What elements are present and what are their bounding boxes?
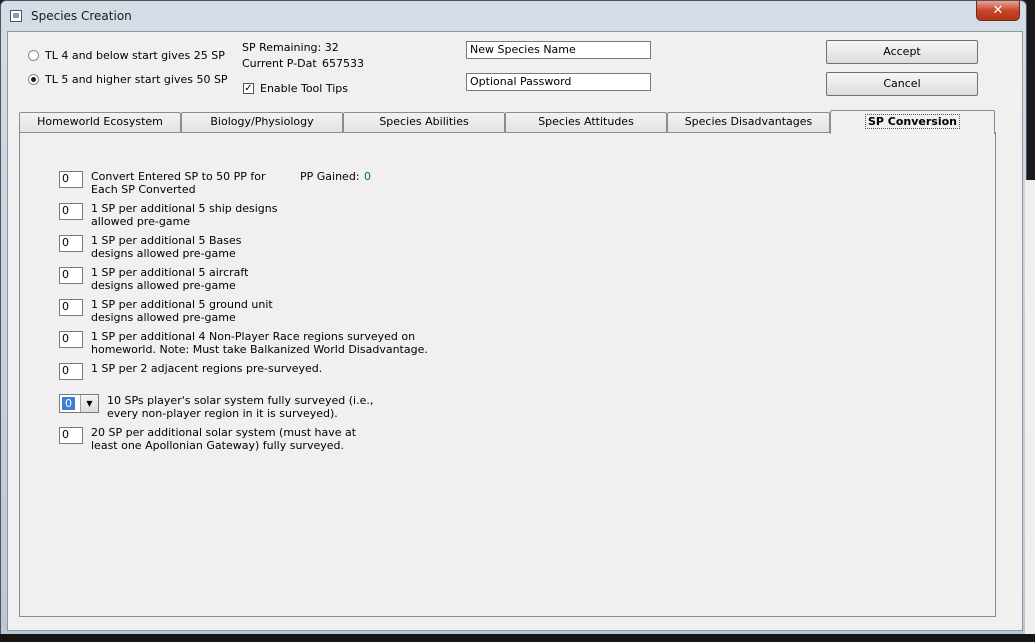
tab-species-abilities[interactable]: Species Abilities bbox=[343, 112, 505, 132]
app-window-icon bbox=[10, 10, 22, 22]
sp-conversion-panel: PP Gained: 0 0 Convert Entered SP to 50 … bbox=[19, 132, 996, 617]
adjacent-regions-label: 1 SP per 2 adjacent regions pre-surveyed… bbox=[91, 362, 323, 375]
cancel-button[interactable]: Cancel bbox=[826, 72, 978, 96]
aircraft-designs-input[interactable]: 0 bbox=[59, 267, 83, 284]
tab-sp-conversion[interactable]: SP Conversion bbox=[830, 110, 995, 134]
species-name-input[interactable]: New Species Name bbox=[466, 41, 651, 59]
ground-unit-designs-label: 1 SP per additional 5 ground unit designs… bbox=[91, 298, 273, 324]
ship-designs-label: 1 SP per additional 5 ship designs allowe… bbox=[91, 202, 278, 228]
window-title: Species Creation bbox=[31, 9, 132, 23]
adjacent-regions-input[interactable]: 0 bbox=[59, 363, 83, 380]
tooltips-label: Enable Tool Tips bbox=[260, 82, 348, 95]
convert-sp-label: Convert Entered SP to 50 PP for Each SP C… bbox=[91, 170, 266, 196]
solar-system-select-value: 0 bbox=[62, 397, 75, 410]
ship-designs-input[interactable]: 0 bbox=[59, 203, 83, 220]
tl5-label: TL 5 and higher start gives 50 SP bbox=[45, 73, 228, 86]
tab-species-attitudes[interactable]: Species Attitudes bbox=[505, 112, 667, 132]
tab-homeworld-ecosystem[interactable]: Homeworld Ecosystem bbox=[19, 112, 181, 132]
tab-biology-physiology[interactable]: Biology/Physiology bbox=[181, 112, 343, 132]
background-taskbar bbox=[0, 634, 1035, 642]
close-button[interactable]: ✕ bbox=[976, 1, 1020, 21]
tab-sp-conversion-label: SP Conversion bbox=[864, 114, 961, 129]
title-bar[interactable]: Species Creation ✕ bbox=[1, 1, 1026, 31]
tl5-option[interactable]: TL 5 and higher start gives 50 SP bbox=[28, 73, 228, 86]
background-scrollbar bbox=[1025, 180, 1035, 642]
aircraft-designs-label: 1 SP per additional 5 aircraft designs al… bbox=[91, 266, 249, 292]
current-pdat-value: 657533 bbox=[322, 57, 364, 70]
additional-solar-system-input[interactable]: 0 bbox=[59, 427, 83, 444]
sp-remaining: SP Remaining: 32 bbox=[242, 41, 339, 54]
password-input[interactable]: Optional Password bbox=[466, 73, 651, 91]
dialog-body: TL 4 and below start gives 25 SP TL 5 an… bbox=[7, 31, 1023, 631]
base-designs-input[interactable]: 0 bbox=[59, 235, 83, 252]
pp-gained-value: 0 bbox=[364, 170, 371, 183]
tl4-label: TL 4 and below start gives 25 SP bbox=[45, 49, 225, 62]
species-creation-window: Species Creation ✕ TL 4 and below start … bbox=[0, 0, 1027, 636]
chevron-down-icon[interactable]: ▼ bbox=[80, 395, 98, 412]
solar-system-label: 10 SPs player's solar system fully surve… bbox=[107, 394, 374, 420]
npr-regions-input[interactable]: 0 bbox=[59, 331, 83, 348]
ground-unit-designs-input[interactable]: 0 bbox=[59, 299, 83, 316]
tl4-radio[interactable] bbox=[28, 50, 39, 61]
solar-system-select[interactable]: 0 ▼ bbox=[59, 394, 99, 413]
npr-regions-label: 1 SP per additional 4 Non-Player Race re… bbox=[91, 330, 428, 356]
current-pdat-label: Current P-Dat bbox=[242, 57, 317, 70]
tooltips-checkbox[interactable]: ✓ bbox=[243, 83, 254, 94]
tab-species-disadvantages[interactable]: Species Disadvantages bbox=[667, 112, 830, 132]
pp-gained-label: PP Gained: bbox=[300, 170, 360, 183]
additional-solar-system-label: 20 SP per additional solar system (must … bbox=[91, 426, 357, 452]
tl5-radio[interactable] bbox=[28, 74, 39, 85]
tl4-option[interactable]: TL 4 and below start gives 25 SP bbox=[28, 49, 225, 62]
convert-sp-input[interactable]: 0 bbox=[59, 171, 83, 188]
accept-button[interactable]: Accept bbox=[826, 40, 978, 64]
base-designs-label: 1 SP per additional 5 Bases designs allow… bbox=[91, 234, 242, 260]
